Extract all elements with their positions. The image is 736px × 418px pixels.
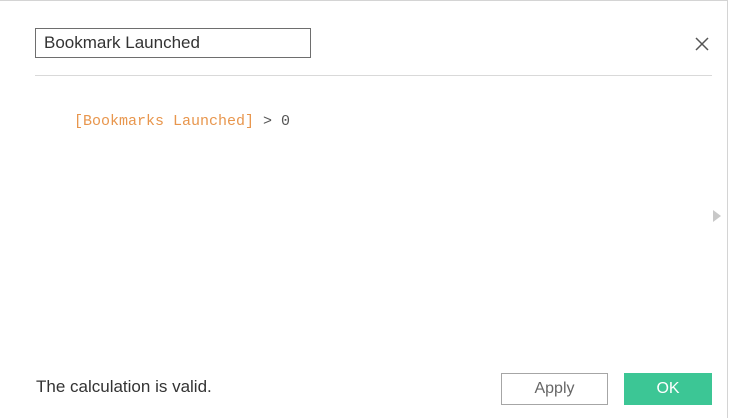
validation-status: The calculation is valid.	[36, 377, 212, 396]
triangle-right-icon[interactable]	[713, 210, 721, 222]
calculation-name-input[interactable]	[35, 28, 311, 58]
apply-button[interactable]: Apply	[501, 373, 608, 405]
calculation-dialog: [Bookmarks Launched] > 0 The calculation…	[0, 0, 728, 418]
close-icon[interactable]	[692, 34, 712, 54]
formula-field-reference: [Bookmarks Launched]	[74, 113, 255, 130]
ok-button[interactable]: OK	[624, 373, 712, 405]
formula-editor[interactable]: [Bookmarks Launched] > 0	[38, 96, 290, 147]
formula-operator: > 0	[254, 113, 291, 130]
header-divider	[35, 75, 712, 76]
